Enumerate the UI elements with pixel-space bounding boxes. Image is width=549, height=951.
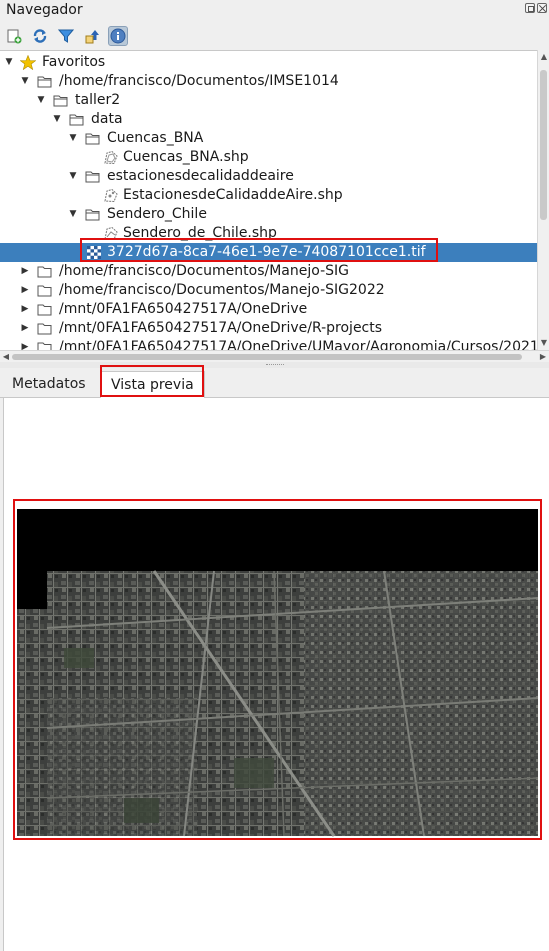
expand-arrow-icon[interactable]: ▼: [68, 205, 78, 224]
line-layer-icon: [104, 226, 118, 241]
refresh-icon[interactable]: [30, 26, 50, 46]
folder-open-icon: [53, 95, 68, 107]
expand-arrow-icon[interactable]: ▶: [20, 338, 30, 350]
tree-item-label: Cuencas_BNA: [107, 130, 204, 146]
expand-arrow-icon[interactable]: ▼: [36, 91, 46, 110]
tree-item-label: /home/francisco/Documentos/Manejo-SIG202…: [59, 282, 385, 298]
float-panel-icon[interactable]: [525, 3, 535, 13]
folder-open-icon: [37, 76, 52, 88]
tree-item-label: Sendero_Chile: [107, 206, 207, 222]
add-layer-icon[interactable]: [4, 26, 24, 46]
tree-item-label: data: [91, 111, 123, 127]
tree-item-label: /home/francisco/Documentos/IMSE1014: [59, 73, 339, 89]
folder-open-icon: [85, 171, 100, 183]
expand-arrow-icon[interactable]: ▶: [20, 300, 30, 319]
filter-icon[interactable]: [56, 26, 76, 46]
expand-arrow-icon[interactable]: ▼: [52, 110, 62, 129]
folder-icon: [37, 285, 52, 297]
tree-item-label: taller2: [75, 92, 121, 108]
tree-item-path-onedrive[interactable]: ▶ /mnt/0FA1FA650427517A/OneDrive: [0, 300, 537, 319]
collapse-all-icon[interactable]: [82, 26, 102, 46]
tree-item-label: 3727d67a-8ca7-46e1-9e7e-74087101cce1.tif: [107, 244, 426, 260]
tree-item-data[interactable]: ▼ data: [0, 110, 537, 129]
expand-arrow-icon[interactable]: ▼: [68, 129, 78, 148]
folder-open-icon: [69, 114, 84, 126]
panel-title: Navegador: [6, 2, 83, 18]
tree-vertical-scrollbar[interactable]: ▲ ▼: [537, 50, 549, 350]
tree-item-path-manejo2022[interactable]: ▶ /home/francisco/Documentos/Manejo-SIG2…: [0, 281, 537, 300]
expand-arrow-icon[interactable]: ▼: [20, 72, 30, 91]
tree-item-path-rprojects[interactable]: ▶ /mnt/0FA1FA650427517A/OneDrive/R-proje…: [0, 319, 537, 338]
tree-item-estaciones-shp[interactable]: EstacionesdeCalidaddeAire.shp: [0, 186, 537, 205]
expand-arrow-icon[interactable]: ▼: [4, 53, 14, 72]
tree-item-favorites[interactable]: ▼ Favoritos: [0, 53, 537, 72]
scroll-up-icon[interactable]: ▲: [539, 52, 549, 62]
vertical-scroll-thumb[interactable]: [540, 70, 547, 220]
tree-item-path-umayor[interactable]: ▶ /mnt/0FA1FA650427517A/OneDrive/UMayor/…: [0, 338, 539, 350]
tree-item-taller2[interactable]: ▼ taller2: [0, 91, 537, 110]
tree-item-cuencas-folder[interactable]: ▼ Cuencas_BNA: [0, 129, 537, 148]
panel-titlebar: Navegador: [0, 0, 549, 22]
point-layer-icon: [104, 188, 118, 203]
tree-item-label: Favoritos: [42, 54, 106, 70]
tree-item-sendero-shp[interactable]: Sendero_de_Chile.shp: [0, 224, 537, 243]
expand-arrow-icon[interactable]: ▼: [68, 167, 78, 186]
tree-item-label: /mnt/0FA1FA650427517A/OneDrive: [59, 301, 308, 317]
folder-icon: [37, 266, 52, 278]
info-icon[interactable]: [108, 26, 128, 46]
expand-arrow-icon[interactable]: ▶: [20, 319, 30, 338]
browser-toolbar: [4, 24, 128, 48]
horizontal-scroll-thumb[interactable]: [12, 354, 522, 360]
folder-open-icon: [85, 133, 100, 145]
tab-preview[interactable]: Vista previa: [100, 371, 205, 398]
tree-item-path-imse[interactable]: ▼ /home/francisco/Documentos/IMSE1014: [0, 72, 537, 91]
tree-item-estaciones-folder[interactable]: ▼ estacionesdecalidaddeaire: [0, 167, 537, 186]
preview-pane: [3, 398, 549, 951]
tree-item-label: /mnt/0FA1FA650427517A/OneDrive/UMayor/Ag…: [59, 339, 539, 350]
tree-item-label: Cuencas_BNA.shp: [123, 149, 249, 165]
tree-horizontal-scrollbar[interactable]: ◀ ▶: [0, 350, 549, 362]
info-tabs: Metadatos Vista previa: [0, 368, 549, 398]
tree-item-sendero-folder[interactable]: ▼ Sendero_Chile: [0, 205, 537, 224]
tree-item-tif[interactable]: 3727d67a-8ca7-46e1-9e7e-74087101cce1.tif: [0, 243, 537, 262]
raster-layer-icon: [87, 246, 101, 259]
browser-tree[interactable]: ▼ Favoritos ▼ /home/francisco/Documentos…: [0, 50, 549, 350]
tree-item-label: /mnt/0FA1FA650427517A/OneDrive/R-project…: [59, 320, 383, 336]
tab-metadata[interactable]: Metadatos: [2, 371, 96, 398]
folder-open-icon: [85, 209, 100, 221]
tree-item-path-manejo[interactable]: ▶ /home/francisco/Documentos/Manejo-SIG: [0, 262, 537, 281]
raster-preview-image: [17, 509, 539, 837]
splitter-grip[interactable]: [266, 364, 284, 366]
expand-arrow-icon[interactable]: ▶: [20, 262, 30, 281]
expand-arrow-icon[interactable]: ▶: [20, 281, 30, 300]
star-icon: [20, 55, 36, 70]
scroll-down-icon[interactable]: ▼: [539, 338, 549, 348]
tree-item-label: /home/francisco/Documentos/Manejo-SIG: [59, 263, 350, 279]
tree-item-cuencas-shp[interactable]: Cuencas_BNA.shp: [0, 148, 537, 167]
folder-icon: [37, 342, 52, 350]
polygon-layer-icon: [104, 150, 118, 165]
tree-item-label: EstacionesdeCalidaddeAire.shp: [123, 187, 343, 203]
close-panel-icon[interactable]: [537, 3, 547, 13]
tree-item-label: estacionesdecalidaddeaire: [107, 168, 294, 184]
tree-item-label: Sendero_de_Chile.shp: [123, 225, 277, 241]
folder-icon: [37, 323, 52, 335]
folder-icon: [37, 304, 52, 316]
